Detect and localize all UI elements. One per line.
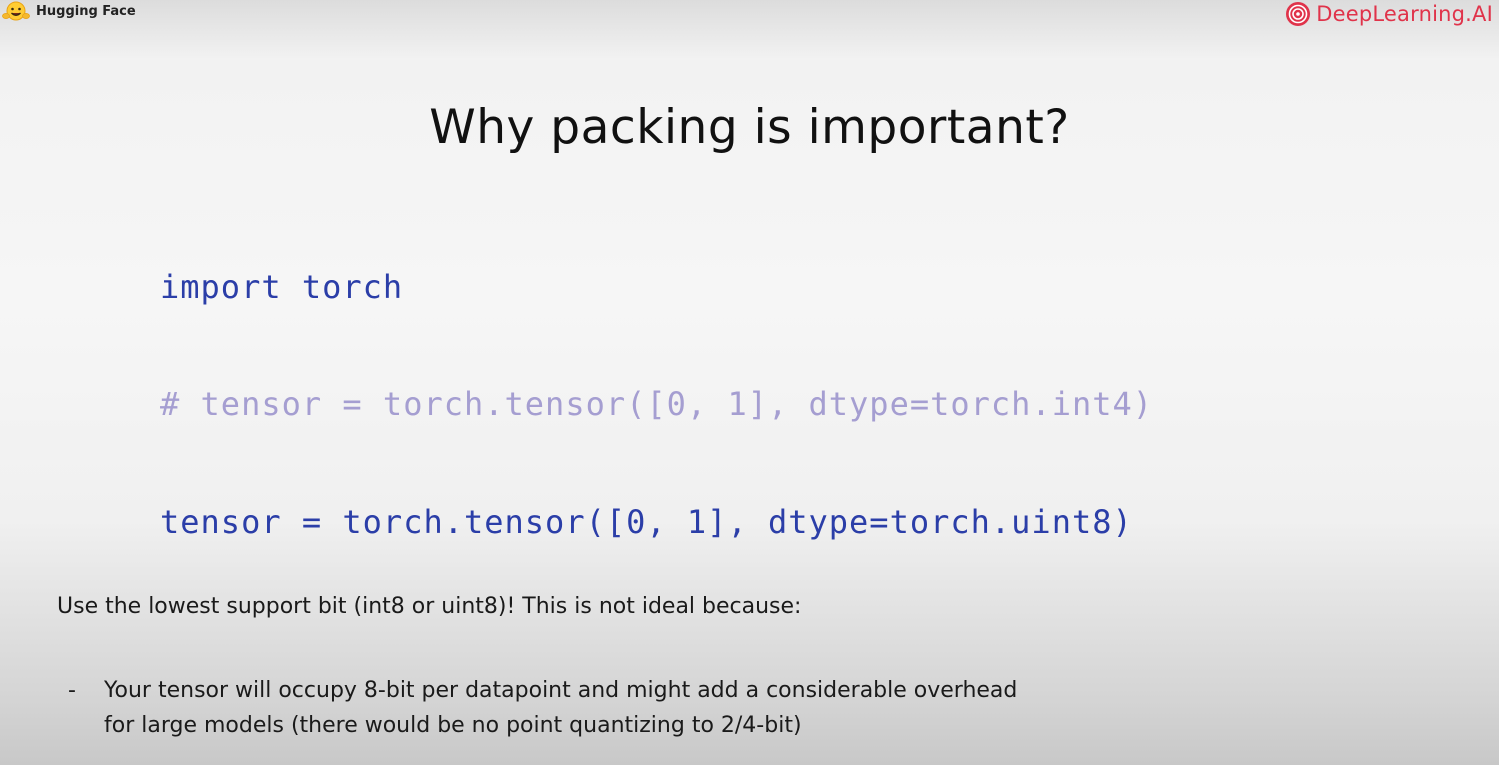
deeplearning-ai-brand-text: DeepLearning.AI [1316, 2, 1493, 26]
body-text: Use the lowest support bit (int8 or uint… [57, 594, 802, 619]
code-import-line: import torch [160, 268, 404, 306]
bullet-text: Your tensor will occupy 8-bit per datapo… [104, 673, 1224, 743]
bullet-text-line-1: Your tensor will occupy 8-bit per datapo… [104, 678, 1018, 703]
bullet-item: - Your tensor will occupy 8-bit per data… [68, 673, 1224, 743]
bullet-text-line-2: for large models (there would be no poin… [104, 713, 802, 738]
deeplearning-ai-logo-icon [1286, 2, 1311, 26]
hugging-face-brand: Hugging Face [2, 0, 136, 22]
bullet-marker: - [68, 678, 76, 703]
deeplearning-ai-brand: DeepLearning.AI [1284, 0, 1493, 28]
slide-title: Why packing is important? [429, 100, 1070, 155]
hugging-face-brand-text: Hugging Face [36, 3, 136, 19]
hugging-face-emoji-icon [2, 1, 30, 21]
code-comment-line: # tensor = torch.tensor([0, 1], dtype=to… [160, 385, 1154, 423]
code-assign-line: tensor = torch.tensor([0, 1], dtype=torc… [160, 503, 1133, 541]
